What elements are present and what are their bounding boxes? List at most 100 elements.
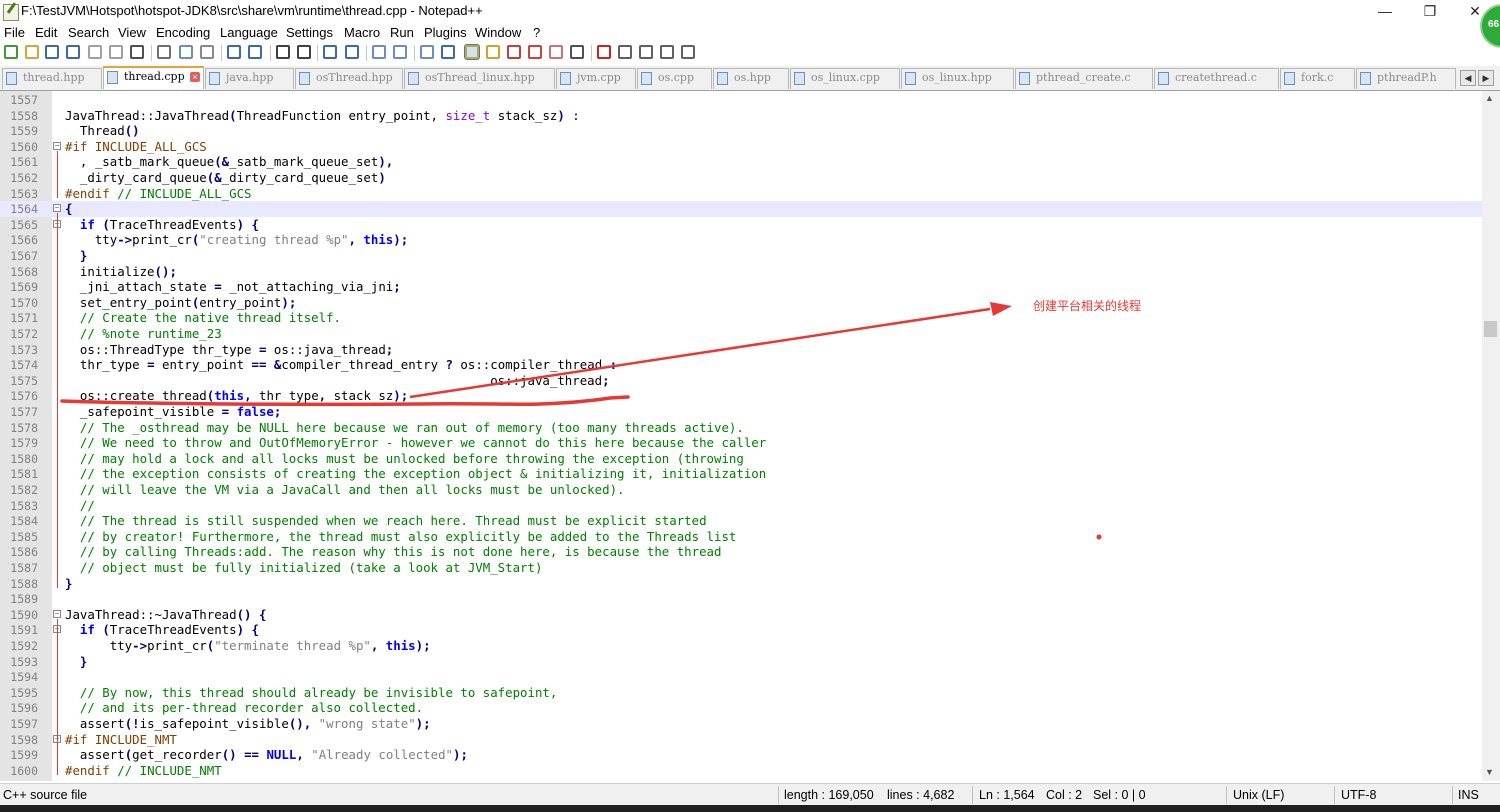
open-file-icon[interactable] xyxy=(25,45,39,59)
code-line[interactable]: 1573 os::ThreadType thr_type = os::java_… xyxy=(0,342,1482,358)
print-icon[interactable] xyxy=(130,45,144,59)
code-line[interactable]: 1592 tty->print_cr("terminate thread %p"… xyxy=(0,638,1482,654)
code-line[interactable]: 1580 // may hold a lock and all locks mu… xyxy=(0,451,1482,467)
scroll-up-icon[interactable]: ▲ xyxy=(1485,93,1494,103)
code-line[interactable]: 1572 // %note runtime_23 xyxy=(0,326,1482,342)
tab-scroll-left-button[interactable]: ◀ xyxy=(1460,70,1476,86)
status-eol[interactable]: Unix (LF) xyxy=(1233,788,1284,802)
folder-workspace-icon[interactable] xyxy=(549,45,563,59)
code-line[interactable]: 1562 _dirty_card_queue(&_dirty_card_queu… xyxy=(0,170,1482,186)
scrollbar-thumb[interactable] xyxy=(1484,321,1497,337)
menu-run[interactable]: Run xyxy=(390,25,414,40)
sync-h-icon[interactable] xyxy=(393,45,407,59)
udl-icon[interactable] xyxy=(486,45,500,59)
code-line[interactable]: 1568 initialize(); xyxy=(0,264,1482,280)
stop-record-icon[interactable] xyxy=(618,45,632,59)
save-all-icon[interactable] xyxy=(66,45,80,59)
tab-os-linux-cpp[interactable]: os_linux.cpp xyxy=(790,68,900,89)
code-line[interactable]: 1599 assert(get_recorder() == NULL, "Alr… xyxy=(0,747,1482,763)
code-line[interactable]: 1579 // We need to throw and OutOfMemory… xyxy=(0,435,1482,451)
menu-window[interactable]: Window xyxy=(475,25,521,40)
find-icon[interactable] xyxy=(276,45,290,59)
zoom-in-icon[interactable] xyxy=(323,45,337,59)
tab-pthread-create-c[interactable]: pthread_create.c xyxy=(1015,68,1153,89)
save-icon[interactable] xyxy=(45,45,59,59)
play-macro-icon[interactable] xyxy=(639,45,653,59)
close-icon[interactable] xyxy=(88,45,102,59)
code-line[interactable]: 1581 // the exception consists of creati… xyxy=(0,466,1482,482)
code-line[interactable]: 1561 , _satb_mark_queue(&_satb_mark_queu… xyxy=(0,154,1482,170)
code-line[interactable]: 1598−#if INCLUDE_NMT xyxy=(0,732,1482,748)
code-line[interactable]: 1590 − JavaThread::~JavaThread() { xyxy=(0,607,1482,623)
code-line[interactable]: 1587 // object must be fully initialized… xyxy=(0,560,1482,576)
code-line[interactable]: 1566 tty->print_cr("creating thread %p",… xyxy=(0,232,1482,248)
menu-edit[interactable]: Edit xyxy=(35,25,57,40)
menu-encoding[interactable]: Encoding xyxy=(156,25,210,40)
menu-help[interactable]: ? xyxy=(533,25,540,40)
menu-macro[interactable]: Macro xyxy=(344,25,380,40)
code-line[interactable]: 1589 xyxy=(0,591,1482,607)
code-line[interactable]: 1558 JavaThread::JavaThread(ThreadFunctio… xyxy=(0,108,1482,124)
menu-plugins[interactable]: Plugins xyxy=(424,25,467,40)
code-line[interactable]: 1591− if (TraceThreadEvents) { xyxy=(0,622,1482,638)
menu-language[interactable]: Language xyxy=(220,25,278,40)
doc-map-icon[interactable] xyxy=(507,45,521,59)
show-all-chars-icon[interactable] xyxy=(441,45,455,59)
code-line[interactable]: 1584 // The thread is still suspended wh… xyxy=(0,513,1482,529)
code-line[interactable]: 1571 // Create the native thread itself. xyxy=(0,310,1482,326)
vertical-scrollbar[interactable]: ▲ ▼ xyxy=(1482,91,1500,781)
scroll-down-icon[interactable]: ▼ xyxy=(1485,767,1494,777)
tab-fork-c[interactable]: fork.c xyxy=(1280,68,1355,89)
menu-search[interactable]: Search xyxy=(68,25,109,40)
code-line[interactable]: 1577 _safepoint_visible = false; xyxy=(0,404,1482,420)
code-line[interactable]: 1588} xyxy=(0,576,1482,592)
code-line[interactable]: 1559 Thread() xyxy=(0,123,1482,139)
tab-pthreadp-h[interactable]: pthreadP.h xyxy=(1356,68,1456,89)
save-macro-icon[interactable] xyxy=(681,45,695,59)
code-line[interactable]: 1564 −{ xyxy=(0,201,1482,217)
code-line[interactable]: 1600 #endif // INCLUDE_NMT xyxy=(0,763,1482,779)
code-line[interactable]: 1563 #endif // INCLUDE_ALL_GCS xyxy=(0,186,1482,202)
code-line[interactable]: 1575 os::java_thread; xyxy=(0,373,1482,389)
zoom-out-icon[interactable] xyxy=(345,45,359,59)
sync-v-icon[interactable] xyxy=(372,45,386,59)
copy-icon[interactable] xyxy=(179,45,193,59)
monitor-icon[interactable] xyxy=(570,45,584,59)
code-line[interactable]: 1560 − #if INCLUDE_ALL_GCS xyxy=(0,139,1482,155)
run-macro-multiple-icon[interactable] xyxy=(660,45,674,59)
menu-file[interactable]: File xyxy=(4,25,25,40)
paste-icon[interactable] xyxy=(200,45,214,59)
code-line[interactable]: 1574 thr_type = entry_point == &compiler… xyxy=(0,357,1482,373)
menu-settings[interactable]: Settings xyxy=(286,25,333,40)
tab-jvm-cpp[interactable]: jvm.cpp xyxy=(556,68,636,89)
tab-osthread-hpp[interactable]: osThread.hpp xyxy=(295,68,403,89)
indent-guide-icon[interactable] xyxy=(464,44,480,60)
wrap-icon[interactable] xyxy=(420,45,434,59)
code-line[interactable]: 1567 } xyxy=(0,248,1482,264)
code-line[interactable]: 1585 // by creator! Furthermore, the thr… xyxy=(0,529,1482,545)
code-line[interactable]: 1582 // will leave the VM via a JavaCall… xyxy=(0,482,1482,498)
tab-os-cpp[interactable]: os.cpp xyxy=(637,68,712,89)
code-line[interactable]: 1586 // by calling Threads:add. The reas… xyxy=(0,544,1482,560)
tab-os-linux-hpp[interactable]: os_linux.hpp xyxy=(901,68,1014,89)
close-all-icon[interactable] xyxy=(109,45,123,59)
fold-toggle-icon[interactable]: − xyxy=(53,609,61,618)
status-encoding[interactable]: UTF-8 xyxy=(1341,788,1376,802)
fold-toggle-icon[interactable]: − xyxy=(53,204,61,213)
code-line[interactable]: 1578 // The _osthread may be NULL here b… xyxy=(0,420,1482,436)
undo-icon[interactable] xyxy=(227,45,241,59)
status-insert-mode[interactable]: INS xyxy=(1458,788,1479,802)
code-line[interactable]: 1594 xyxy=(0,669,1482,685)
code-line[interactable]: 1570 set_entry_point(entry_point); xyxy=(0,295,1482,311)
code-line[interactable]: 1583 // xyxy=(0,498,1482,514)
close-tab-icon[interactable]: × xyxy=(190,72,200,82)
code-line[interactable]: 1576 os::create_thread(this, thr_type, s… xyxy=(0,388,1482,404)
tab-osthread-linux-hpp[interactable]: osThread_linux.hpp xyxy=(404,68,555,89)
code-line[interactable]: 1593 } xyxy=(0,654,1482,670)
code-line[interactable]: 1595 // By now, this thread should alrea… xyxy=(0,685,1482,701)
new-file-icon[interactable] xyxy=(4,45,18,59)
tab-os-hpp[interactable]: os.hpp xyxy=(713,68,789,89)
tab-createthread-c[interactable]: createthread.c xyxy=(1154,68,1279,89)
code-line[interactable]: 1596 // and its per-thread recorder also… xyxy=(0,700,1482,716)
fold-toggle-icon[interactable]: − xyxy=(53,141,61,150)
